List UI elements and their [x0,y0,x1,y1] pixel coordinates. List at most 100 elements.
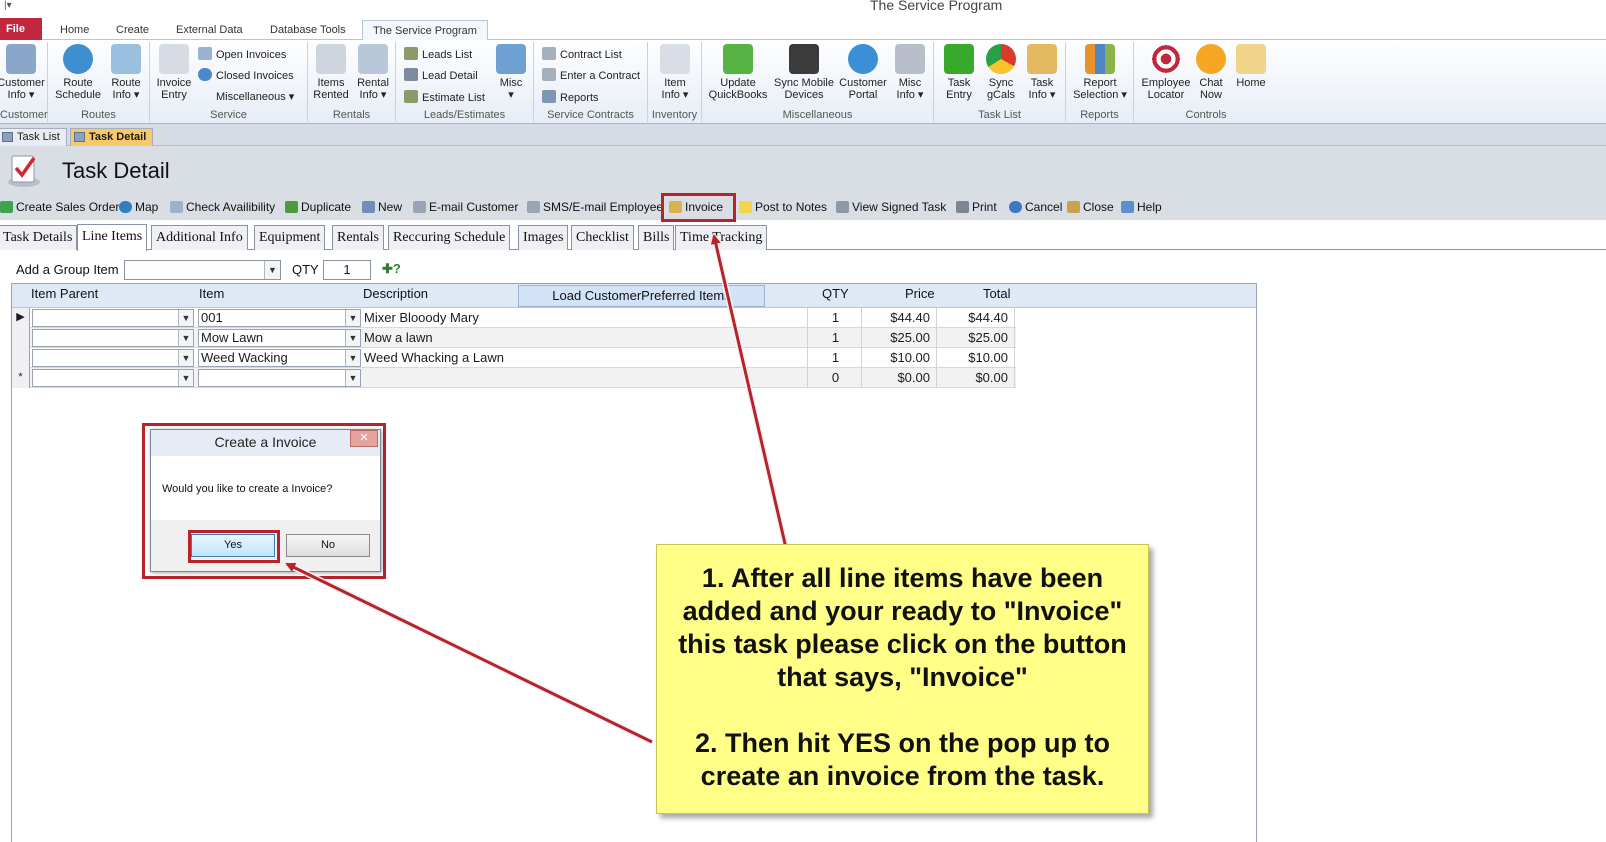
tab-line-items[interactable]: Line Items [77,224,148,251]
customer-info-button[interactable]: Customer Info ▾ [0,44,48,101]
report-selection-button[interactable]: Report Selection ▾ [1068,44,1132,101]
price-cell[interactable]: $44.40 [862,308,937,328]
price-cell[interactable]: $0.00 [862,368,937,388]
contract-list-button[interactable]: Contract List [542,47,622,61]
item-combobox[interactable]: ▼ [198,369,361,387]
table-row-new[interactable]: * ▼ ▼ 0 $0.00 $0.00 [12,368,1016,388]
customer-portal-button[interactable]: Customer Portal [838,44,888,101]
home-button[interactable]: Home [1232,44,1270,89]
description-cell[interactable]: Mow a lawn [362,328,808,348]
tab-rentals[interactable]: Rentals [332,225,384,250]
misc-info-button[interactable]: Misc Info ▾ [890,44,930,101]
tab-external-data[interactable]: External Data [176,20,243,40]
close-icon[interactable]: ✕ [350,430,378,447]
load-customer-preferred-items-button[interactable]: Load CustomerPreferred Items [518,285,765,307]
dialog-title-bar[interactable]: Create a Invoice ✕ [151,430,380,456]
tab-images[interactable]: Images [518,225,569,250]
item-parent-combobox[interactable]: ▼ [32,369,194,387]
tab-time-tracking[interactable]: Time Tracking [675,225,768,250]
row-selector[interactable] [12,328,30,348]
chevron-down-icon[interactable]: ▼ [345,370,360,386]
lead-detail-button[interactable]: Lead Detail [404,68,478,82]
items-rented-button[interactable]: Items Rented [310,44,352,101]
add-group-item-icon[interactable]: ✚? [382,261,401,277]
cancel-button[interactable]: Cancel [1009,200,1062,214]
enter-contract-button[interactable]: Enter a Contract [542,68,640,82]
close-button[interactable]: Close [1067,200,1114,214]
route-info-button[interactable]: Route Info ▾ [104,44,148,101]
tab-create[interactable]: Create [116,20,149,40]
chevron-down-icon[interactable]: ▼ [178,350,193,366]
chevron-down-icon[interactable]: ▼ [178,330,193,346]
leads-misc-button[interactable]: Misc ▾ [492,44,530,101]
chevron-down-icon[interactable]: ▼ [264,261,280,279]
email-customer-button[interactable]: E-mail Customer [413,200,518,214]
sms-email-employee-button[interactable]: SMS/E-mail Employee [527,200,663,214]
quick-access-toolbar[interactable]: |▾ [4,0,12,11]
tab-reccuring-schedule[interactable]: Reccuring Schedule [388,225,511,250]
sync-gcals-button[interactable]: Sync gCals [982,44,1020,101]
new-row-selector[interactable]: * [12,368,30,388]
chevron-down-icon[interactable]: ▼ [345,350,360,366]
contract-reports-button[interactable]: Reports [542,90,599,104]
chevron-down-icon[interactable]: ▼ [178,370,193,386]
help-button[interactable]: Help [1121,200,1162,214]
chat-now-button[interactable]: Chat Now [1194,44,1228,101]
tab-bills[interactable]: Bills [638,225,675,250]
sync-mobile-devices-button[interactable]: Sync Mobile Devices [770,44,838,101]
item-parent-combobox[interactable]: ▼ [32,329,194,347]
invoice-entry-button[interactable]: Invoice Entry [152,44,196,101]
tab-file[interactable]: File [0,18,42,40]
item-info-button[interactable]: Item Info ▾ [654,44,696,101]
miscellaneous-dropdown[interactable]: Miscellaneous ▾ [216,90,294,103]
employee-locator-button[interactable]: Employee Locator [1136,44,1196,101]
group-qty-input[interactable]: 1 [323,260,371,280]
post-to-notes-button[interactable]: Post to Notes [739,200,827,214]
chevron-down-icon[interactable]: ▼ [345,330,360,346]
new-button[interactable]: New [362,200,402,214]
update-quickbooks-button[interactable]: Update QuickBooks [706,44,770,101]
doc-tab-task-detail[interactable]: Task Detail [70,128,154,146]
estimate-list-button[interactable]: Estimate List [404,90,485,104]
print-button[interactable]: Print [956,200,997,214]
chevron-down-icon[interactable]: ▼ [178,310,193,326]
view-signed-task-button[interactable]: View Signed Task [836,200,946,214]
qty-cell[interactable]: 0 [808,368,862,388]
rental-info-button[interactable]: Rental Info ▾ [352,44,394,101]
closed-invoices-button[interactable]: Closed Invoices [198,68,294,82]
leads-list-button[interactable]: Leads List [404,47,472,61]
price-cell[interactable]: $25.00 [862,328,937,348]
item-parent-combobox[interactable]: ▼ [32,309,194,327]
create-sales-order-button[interactable]: Create Sales Order [0,200,119,214]
row-selector[interactable]: ▶ [12,308,30,328]
row-selector[interactable] [12,348,30,368]
table-row[interactable]: ▼ Mow Lawn ▼ Mow a lawn 1 $25.00 $25.00 [12,328,1016,348]
tab-task-details[interactable]: Task Details [0,225,78,250]
task-entry-button[interactable]: Task Entry [940,44,978,101]
map-button[interactable]: Map [119,200,158,214]
no-button[interactable]: No [286,534,370,557]
item-combobox[interactable]: Weed Wacking ▼ [198,349,361,367]
qty-cell[interactable]: 1 [808,328,862,348]
item-combobox[interactable]: 001 ▼ [198,309,361,327]
item-combobox[interactable]: Mow Lawn ▼ [198,329,361,347]
task-info-button[interactable]: Task Info ▾ [1022,44,1062,101]
table-row[interactable]: ▼ Weed Wacking ▼ Weed Whacking a Lawn 1 $… [12,348,1016,368]
table-row[interactable]: ▶ ▼ 001 ▼ Mixer Blooody Mary 1 $44.40 $44… [12,308,1016,328]
tab-database-tools[interactable]: Database Tools [270,20,346,40]
open-invoices-button[interactable]: Open Invoices [198,47,286,61]
description-cell[interactable]: Weed Whacking a Lawn [362,348,808,368]
qty-cell[interactable]: 1 [808,308,862,328]
tab-the-service-program[interactable]: The Service Program [362,20,488,40]
description-cell[interactable] [362,368,808,388]
tab-equipment[interactable]: Equipment [254,225,326,250]
check-availability-button[interactable]: Check Availibility [170,200,275,214]
tab-additional-info[interactable]: Additional Info [151,225,248,250]
route-schedule-button[interactable]: Route Schedule [52,44,104,101]
item-parent-combobox[interactable]: ▼ [32,349,194,367]
qty-cell[interactable]: 1 [808,348,862,368]
price-cell[interactable]: $10.00 [862,348,937,368]
doc-tab-task-list[interactable]: Task List [0,128,67,146]
tab-checklist[interactable]: Checklist [571,225,634,250]
tab-home[interactable]: Home [60,20,89,40]
